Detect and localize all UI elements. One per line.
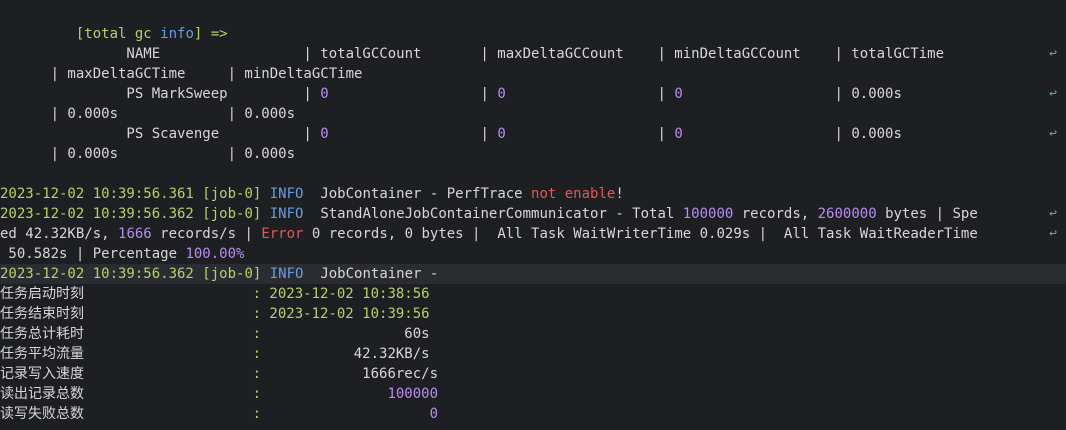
terminal-line: ed 42.32KB/s, 1666 records/s | Error 0 r… — [0, 224, 1066, 244]
line-segment: 50.582s | Percentage — [0, 246, 186, 262]
line-segment: 0 — [429, 406, 439, 422]
line-segment: : — [252, 346, 262, 362]
line-segment: 任务平均流量 — [0, 346, 253, 362]
line-segment: 1666 — [118, 226, 152, 242]
line-segment: NAME | totalGCCount | maxDeltaGCCount | … — [0, 46, 961, 62]
terminal-line: 50.582s | Percentage 100.00% — [0, 244, 1066, 264]
line-segment: 任务结束时刻 — [0, 306, 253, 322]
terminal-line: PS MarkSweep | 0 | 0 | 0 | 0.000s ↩ — [0, 84, 1066, 104]
line-segment: ] => — [193, 26, 228, 42]
line-segment: ! — [615, 186, 624, 202]
line-segment: | 0.000s | 0.000s — [0, 146, 296, 162]
line-segment: | maxDeltaGCTime | minDeltaGCTime — [0, 66, 363, 82]
terminal-line: 任务总计耗时 : 60s — [0, 324, 1066, 344]
line-segment: INFO — [269, 266, 321, 282]
line-segment: 100.00% — [185, 246, 245, 262]
line-segment: [job-0] — [202, 206, 270, 222]
line-segment: records, — [733, 206, 818, 222]
line-wrap-icon: ↩ — [1049, 126, 1057, 141]
line-segment: bytes | Spe — [876, 206, 978, 222]
line-segment: [job-0] — [202, 186, 270, 202]
line-segment: : — [252, 366, 262, 382]
line-segment: 读出记录总数 — [0, 386, 253, 402]
line-segment: 2023-12-02 10:39:56.361 — [0, 186, 203, 202]
line-segment: not enable — [531, 186, 616, 202]
line-segment: 0 — [674, 126, 683, 142]
terminal-line: | 0.000s | 0.000s — [0, 104, 1066, 124]
line-segment: 0 — [320, 86, 329, 102]
terminal-line: | 0.000s | 0.000s — [0, 144, 1066, 164]
line-segment: records/s | — [151, 226, 262, 242]
line-segment: | — [505, 126, 675, 142]
line-segment: 42.32KB/s — [261, 346, 430, 362]
line-segment: JobContainer - — [320, 266, 439, 282]
terminal-line: 任务结束时刻 : 2023-12-02 10:39:56 — [0, 304, 1066, 324]
line-wrap-icon: ↩ — [1049, 226, 1057, 241]
line-wrap-icon: ↩ — [1049, 46, 1057, 61]
line-segment: 0 — [497, 126, 506, 142]
terminal-line: PS Scavenge | 0 | 0 | 0 | 0.000s ↩ — [0, 124, 1066, 144]
terminal-line: | maxDeltaGCTime | minDeltaGCTime — [0, 64, 1066, 84]
line-segment: info — [160, 26, 194, 42]
line-segment: : — [252, 386, 262, 402]
terminal-line: 2023-12-02 10:39:56.361 [job-0] INFO Job… — [0, 184, 1066, 204]
line-segment: StandAloneJobContainerCommunicator - Tot… — [320, 206, 683, 222]
line-segment — [261, 386, 387, 402]
line-segment: Error — [261, 226, 304, 242]
line-segment: 记录写入速度 — [0, 366, 253, 382]
line-segment: | — [328, 86, 498, 102]
terminal-line: 任务平均流量 : 42.32KB/s — [0, 344, 1066, 364]
line-segment: 0 — [497, 86, 506, 102]
line-segment — [261, 406, 430, 422]
terminal-line: 2023-12-02 10:39:56.362 [job-0] INFO Job… — [0, 264, 1066, 284]
terminal-line: 任务启动时刻 : 2023-12-02 10:38:56 — [0, 284, 1066, 304]
terminal-line: NAME | totalGCCount | maxDeltaGCCount | … — [0, 44, 1066, 64]
line-segment: 读写失败总数 — [0, 406, 253, 422]
line-segment: : — [252, 326, 262, 342]
line-segment: : — [252, 406, 262, 422]
line-wrap-icon: ↩ — [1049, 86, 1057, 101]
line-segment: INFO — [269, 186, 321, 202]
line-segment: 2023-12-02 10:39:56.362 — [0, 266, 203, 282]
line-segment: INFO — [269, 206, 321, 222]
line-segment: [total gc — [0, 26, 161, 42]
terminal-line: 记录写入速度 : 1666rec/s — [0, 364, 1066, 384]
terminal-line: 读出记录总数 : 100000 — [0, 384, 1066, 404]
line-segment: : 2023-12-02 10:38:56 — [252, 286, 430, 302]
line-segment: [job-0] — [202, 266, 270, 282]
line-segment: 100000 — [387, 386, 439, 402]
line-segment: : 2023-12-02 10:39:56 — [252, 306, 430, 322]
line-segment: 2600000 — [817, 206, 877, 222]
terminal-line: 2023-12-02 10:39:56.362 [job-0] INFO Sta… — [0, 204, 1066, 224]
line-segment: 0 records, 0 bytes | All Task WaitWriter… — [303, 226, 978, 242]
line-segment: 1666rec/s — [261, 366, 439, 382]
line-segment: 任务总计耗时 — [0, 326, 253, 342]
line-segment: 100000 — [682, 206, 734, 222]
terminal-line: [total gc info] => — [0, 24, 1066, 44]
line-segment: 60s — [261, 326, 430, 342]
line-segment: | 0.000s | 0.000s — [0, 106, 296, 122]
terminal-output: [total gc info] => NAME | totalGCCount |… — [0, 0, 1066, 430]
line-segment: ed 42.32KB/s, — [0, 226, 119, 242]
line-wrap-icon: ↩ — [1049, 206, 1057, 221]
line-segment: 0 — [320, 126, 329, 142]
line-segment: JobContainer - PerfTrace — [320, 186, 532, 202]
line-segment: 任务启动时刻 — [0, 286, 253, 302]
line-segment: 2023-12-02 10:39:56.362 — [0, 206, 203, 222]
line-segment: PS MarkSweep | — [0, 86, 321, 102]
terminal-line: 读写失败总数 : 0 — [0, 404, 1066, 424]
line-segment: | 0.000s — [682, 126, 961, 142]
line-segment: | — [328, 126, 498, 142]
line-segment: | — [505, 86, 675, 102]
line-segment: PS Scavenge | — [0, 126, 321, 142]
line-segment: | 0.000s — [682, 86, 961, 102]
line-segment: 0 — [674, 86, 683, 102]
